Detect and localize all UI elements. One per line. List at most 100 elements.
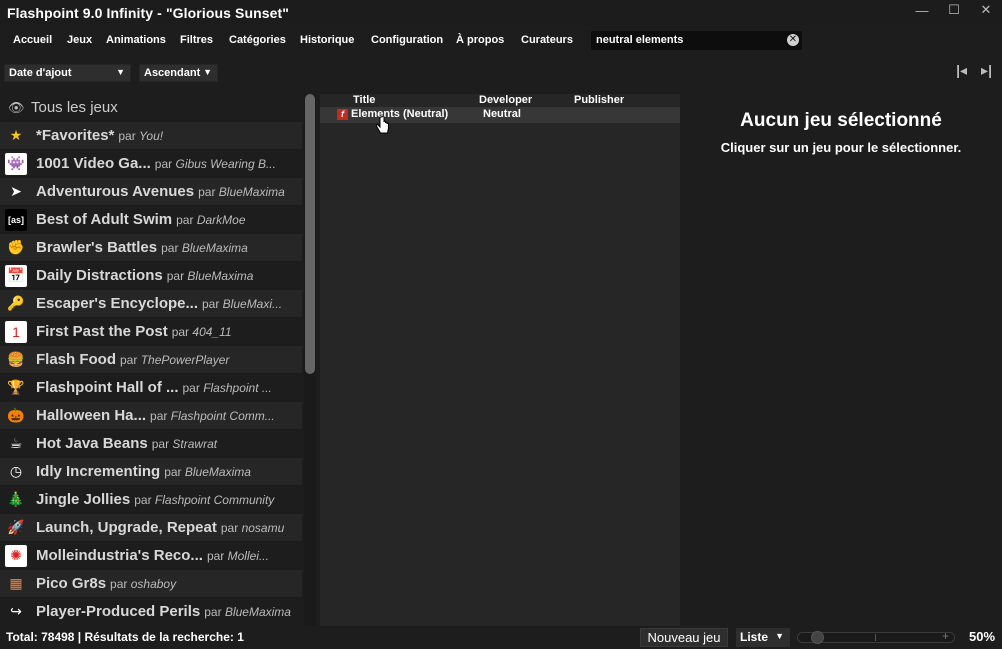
playlist-author: BlueMaxima bbox=[187, 268, 254, 283]
playlist-author: Flashpoint Community bbox=[154, 492, 275, 507]
search-input[interactable]: neutral elements ✕ bbox=[591, 31, 802, 50]
playlist-item[interactable]: ◷ Idly Incrementing par BlueMaxima bbox=[0, 458, 302, 485]
playlist-item[interactable]: ✊ Brawler's Battles par BlueMaxima bbox=[0, 234, 302, 261]
by-prefix: par bbox=[171, 324, 190, 339]
playlist-item[interactable]: 🎄 Jingle Jollies par Flashpoint Community bbox=[0, 486, 302, 513]
view-mode-select[interactable]: Liste ▼ bbox=[736, 628, 790, 647]
playlist-by: par BlueMaxi... bbox=[202, 297, 282, 311]
clock-icon: ◷ bbox=[9, 463, 23, 479]
game-developer: Neutral bbox=[483, 108, 521, 120]
column-publisher[interactable]: Publisher bbox=[574, 94, 624, 106]
calendar-icon: 📅 bbox=[5, 264, 27, 287]
zoom-knob[interactable] bbox=[811, 631, 824, 644]
no-game-subtext: Cliquer sur un jeu pour le sélectionner. bbox=[720, 140, 962, 155]
playlist-item[interactable]: 🍔 Flash Food par ThePowerPlayer bbox=[0, 346, 302, 373]
rocket-icon: 🚀 bbox=[7, 519, 25, 535]
playlist-item[interactable]: ➤ Adventurous Avenues par BlueMaxima bbox=[0, 178, 302, 205]
molleindustria-icon: ✺ bbox=[5, 544, 27, 567]
hand-cursor-icon bbox=[376, 116, 389, 134]
sort-order-select[interactable]: Ascendant ▼ bbox=[139, 64, 218, 82]
flashpoint-window: Flashpoint 9.0 Infinity - "Glorious Suns… bbox=[0, 0, 1002, 649]
playlist-item[interactable]: ☕ Hot Java Beans par Strawrat bbox=[0, 430, 302, 457]
playlist-item[interactable]: ★ *Favorites* par You! bbox=[0, 122, 302, 149]
menu-curateurs[interactable]: Curateurs bbox=[521, 34, 573, 46]
toggle-right-sidebar-icon[interactable]: ▸| bbox=[981, 62, 992, 79]
column-developer[interactable]: Developer bbox=[479, 94, 532, 106]
playlist-item[interactable]: ↪ Player-Produced Perils par BlueMaxima bbox=[0, 598, 302, 625]
playlist-name: Flashpoint Hall of ... bbox=[36, 379, 179, 396]
menu-categories[interactable]: Catégories bbox=[229, 34, 286, 46]
all-games-item[interactable]: 👁 Tous les jeux bbox=[0, 94, 302, 121]
playlist-author: You! bbox=[139, 128, 164, 143]
by-prefix: par bbox=[120, 352, 138, 367]
playlist-name: Hot Java Beans bbox=[36, 435, 148, 452]
by-prefix: par bbox=[161, 240, 179, 255]
main-menu: Accueil Jeux Animations Filtres Catégori… bbox=[0, 30, 1002, 52]
column-title[interactable]: Title bbox=[353, 94, 375, 106]
playlist-author: BlueMaxima bbox=[181, 240, 248, 255]
playlist-author: ThePowerPlayer bbox=[140, 352, 230, 367]
eye-icon: 👁 bbox=[8, 99, 25, 115]
playlist-author: nosamu bbox=[241, 520, 285, 535]
pumpkin-icon: 🎃 bbox=[7, 407, 25, 423]
status-summary: Total: 78498 | Résultats de la recherche… bbox=[6, 630, 244, 644]
playlist-name: Pico Gr8s bbox=[36, 575, 107, 592]
scrollbar-thumb[interactable] bbox=[305, 94, 315, 374]
playlist-item[interactable]: ✺ Molleindustria's Reco... par Mollei... bbox=[0, 542, 302, 569]
status-bar: Total: 78498 | Résultats de la recherche… bbox=[0, 626, 1002, 649]
playlist-item[interactable]: 👾 1001 Video Ga... par Gibus Wearing B... bbox=[0, 150, 302, 177]
playlist-item[interactable]: ▦ Pico Gr8s par oshaboy bbox=[0, 570, 302, 597]
menu-filtres[interactable]: Filtres bbox=[180, 34, 213, 46]
close-icon[interactable]: ✕ bbox=[970, 0, 1002, 20]
playlist-item[interactable]: 🏆 Flashpoint Hall of ... par Flashpoint ..… bbox=[0, 374, 302, 401]
new-game-button[interactable]: Nouveau jeu bbox=[640, 628, 728, 647]
menu-accueil[interactable]: Accueil bbox=[13, 34, 52, 46]
game-list: Title Developer Publisher f Elements (Ne… bbox=[320, 94, 680, 626]
playlist-by: par ThePowerPlayer bbox=[120, 353, 229, 367]
clear-search-icon[interactable]: ✕ bbox=[787, 34, 799, 46]
playlist-name: Flash Food bbox=[36, 351, 116, 368]
playlist-item[interactable]: [as] Best of Adult Swim par DarkMoe bbox=[0, 206, 302, 233]
playlist-item[interactable]: 🔑 Escaper's Encyclope... par BlueMaxi... bbox=[0, 290, 302, 317]
playlist-author: BlueMaxima bbox=[224, 604, 291, 619]
minimize-icon[interactable]: — bbox=[906, 0, 938, 20]
menu-jeux[interactable]: Jeux bbox=[67, 34, 92, 46]
playlist-by: par DarkMoe bbox=[176, 213, 245, 227]
game-row[interactable]: f Elements (Neutral) Neutral bbox=[320, 107, 680, 123]
by-prefix: par bbox=[166, 268, 185, 283]
maximize-icon[interactable]: ☐ bbox=[938, 0, 970, 20]
playlist-author: BlueMaxima bbox=[218, 184, 285, 199]
by-prefix: par bbox=[206, 548, 225, 563]
toggle-left-sidebar-icon[interactable]: |◂ bbox=[956, 62, 967, 79]
by-prefix: par bbox=[150, 408, 168, 423]
playlist-name: Launch, Upgrade, Repeat bbox=[36, 519, 217, 536]
adult-swim-icon: [as] bbox=[5, 208, 27, 231]
window-controls: — ☐ ✕ bbox=[906, 0, 1002, 25]
playlist-item[interactable]: 📅 Daily Distractions par BlueMaxima bbox=[0, 262, 302, 289]
sort-field-select[interactable]: Date d'ajout ▼ bbox=[4, 64, 131, 82]
menu-historique[interactable]: Historique bbox=[300, 34, 354, 46]
playlist-author: BlueMaxi... bbox=[222, 296, 283, 311]
sort-field-value: Date d'ajout bbox=[9, 67, 72, 79]
by-prefix: par bbox=[176, 212, 194, 227]
playlist-item[interactable]: 🚀 Launch, Upgrade, Repeat par nosamu bbox=[0, 514, 302, 541]
playlist-item[interactable]: 1 First Past the Post par 404_11 bbox=[0, 318, 302, 345]
key-icon: 🔑 bbox=[7, 295, 25, 311]
trophy-icon: 🏆 bbox=[7, 379, 25, 395]
menu-animations[interactable]: Animations bbox=[106, 34, 166, 46]
view-mode-value: Liste bbox=[740, 630, 769, 644]
playlist-name: *Favorites* bbox=[36, 127, 115, 144]
chevron-down-icon: ▼ bbox=[203, 67, 212, 77]
playlist-author: Mollei... bbox=[227, 548, 269, 563]
playlist-by: par You! bbox=[118, 129, 163, 143]
playlist-author: BlueMaxima bbox=[184, 464, 251, 479]
by-prefix: par bbox=[154, 156, 173, 171]
playlist-item[interactable]: 🎃 Halloween Ha... par Flashpoint Comm... bbox=[0, 402, 302, 429]
menu-a-propos[interactable]: À propos bbox=[456, 34, 504, 46]
playlist-by: par BlueMaxima bbox=[198, 185, 285, 199]
sidebar-scrollbar[interactable] bbox=[304, 94, 316, 626]
menu-configuration[interactable]: Configuration bbox=[371, 34, 443, 46]
playlist-name: Best of Adult Swim bbox=[36, 211, 173, 228]
zoom-slider[interactable]: + bbox=[797, 629, 955, 644]
playlist-name: First Past the Post bbox=[36, 323, 168, 340]
